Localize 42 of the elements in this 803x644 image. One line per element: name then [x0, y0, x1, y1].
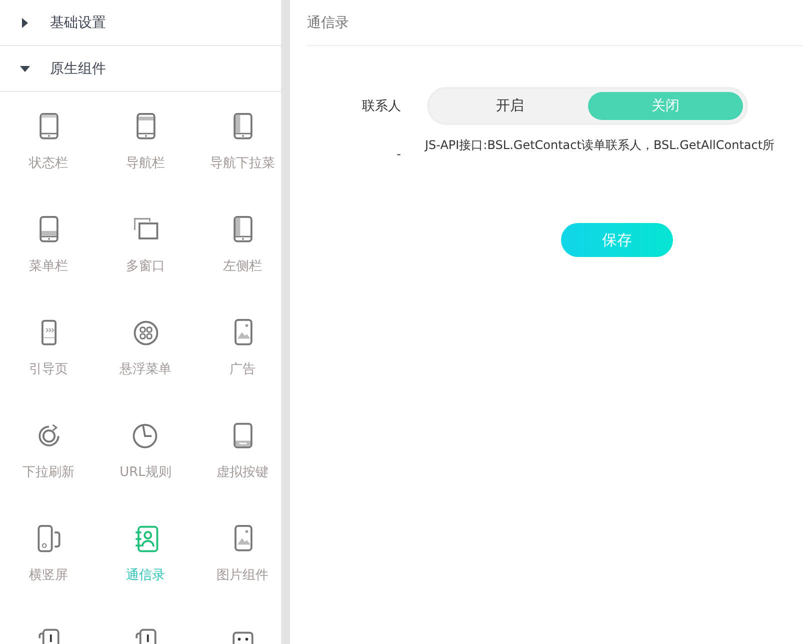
section-title[interactable]: 原生组件: [50, 60, 106, 78]
switch-option[interactable]: 关闭: [588, 92, 743, 120]
component-item[interactable]: 广告: [228, 318, 258, 378]
component-item[interactable]: 悬浮菜单: [120, 318, 172, 378]
component-label: 图片组件: [216, 567, 268, 584]
component-item[interactable]: 横竖屏: [29, 524, 68, 584]
component-label: 横竖屏: [29, 567, 68, 584]
component-item[interactable]: 引导页: [29, 318, 68, 378]
field-label: 联系人: [361, 98, 401, 115]
component-item[interactable]: 图片组件: [216, 524, 268, 584]
component-label: 状态栏: [29, 155, 68, 172]
description-text: JS-API接口:BSL.GetContact读单联系人，BSL.GetAllContact所: [425, 137, 775, 154]
component-label: 广告: [230, 361, 256, 378]
caret-right-icon[interactable]: [20, 18, 30, 28]
component-item[interactable]: 菜单栏: [29, 215, 68, 275]
component-label: 虚拟按键: [216, 464, 268, 481]
component-item[interactable]: 下拉刷新: [22, 421, 74, 481]
component-label: 悬浮菜单: [120, 361, 172, 378]
component-label: 引导页: [29, 361, 68, 378]
component-item[interactable]: 多窗口: [126, 215, 165, 275]
save-button[interactable]: 保存: [561, 223, 673, 257]
component-label: 通信录: [126, 567, 165, 584]
component-item[interactable]: URL规则: [120, 421, 172, 481]
component-item[interactable]: 导航栏: [126, 112, 165, 172]
component-label: 左侧栏: [223, 258, 262, 275]
scrollbar[interactable]: [282, 0, 290, 644]
caret-down-icon[interactable]: [20, 64, 30, 74]
switch-option[interactable]: 开启: [432, 92, 588, 120]
section-title[interactable]: 基础设置: [50, 14, 106, 32]
component-item[interactable]: 虚拟按键: [216, 421, 268, 481]
component-label: 导航下拉菜: [210, 155, 275, 172]
component-label: 多窗口: [126, 258, 165, 275]
component-label: 导航栏: [126, 155, 165, 172]
component-item[interactable]: 左侧栏: [223, 215, 262, 275]
component-label: 菜单栏: [29, 258, 68, 275]
component-item[interactable]: 通信录: [126, 524, 165, 584]
marker-text: -: [396, 147, 401, 161]
component-item[interactable]: 状态栏: [29, 112, 68, 172]
component-label: 下拉刷新: [22, 464, 74, 481]
component-item[interactable]: 导航下拉菜: [210, 112, 275, 172]
component-label: URL规则: [120, 464, 172, 481]
panel-title: 通信录: [307, 0, 803, 46]
